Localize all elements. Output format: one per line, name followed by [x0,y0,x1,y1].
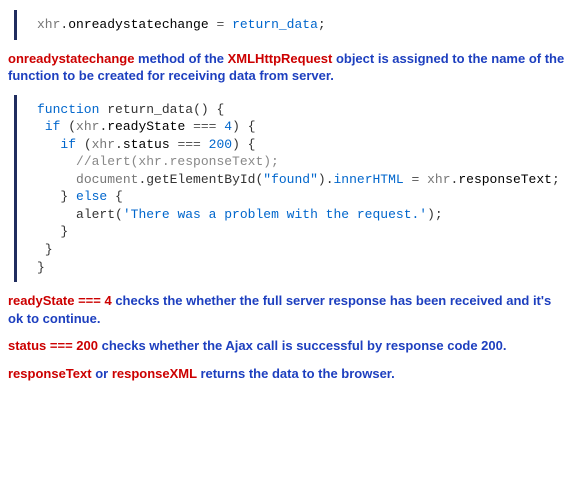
c2l3-prop: status [123,137,170,152]
c2l2-prop: readyState [107,119,185,134]
c2l5-obj: document [76,172,138,187]
hl-responsetext: responseText [8,366,92,381]
c2l1-kw: function [37,102,99,117]
c2l7-open: ( [115,207,123,222]
c2l6-kw: else [76,189,107,204]
para1-t2: method of the [134,51,227,66]
code1-onreadystatechange: onreadystatechange [68,17,208,32]
hl-status: status === 200 [8,338,98,353]
c2l7-close: ); [427,207,443,222]
code-block-1: xhr.onreadystatechange = return_data; [14,10,566,40]
c2l5-rt: responseText [458,172,552,187]
c2l4-sp [37,154,76,169]
c2l5-semi: ; [552,172,560,187]
c2l2-sp [37,119,45,134]
c2l1-rest: () { [193,102,224,117]
para4-t2: or [92,366,112,381]
c2l1-name: return_data [107,102,193,117]
c2l6-close: } [60,189,76,204]
c2l3-obj: xhr [92,137,115,152]
c2l2-kw: if [45,119,61,134]
code-block-2: function return_data() { if (xhr.readySt… [14,95,566,282]
c2l2-op: === [185,119,224,134]
code1-xhr: xhr [37,17,60,32]
hl-responsexml: responseXML [112,366,197,381]
c2l3-kw: if [60,137,76,152]
c2l3-close: ) { [232,137,255,152]
c2l3-num: 200 [209,137,232,152]
hl-readystate: readyState === 4 [8,293,112,308]
c2l6-open: { [107,189,123,204]
c2l9-sp [37,242,45,257]
c2l8-brace: } [60,224,68,239]
c2l2-num: 4 [224,119,232,134]
c2l3-sp [37,137,60,152]
c2l3-open: ( [76,137,92,152]
hl-onreadystatechange: onreadystatechange [8,51,134,66]
explanation-readystate: readyState === 4 checks the whether the … [8,292,566,327]
c2l2-open: ( [60,119,76,134]
c2l2-obj: xhr [76,119,99,134]
c2l5-sp [37,172,76,187]
c2l5-str: "found" [263,172,318,187]
c2l9-brace: } [45,242,53,257]
code1-assign: = [209,17,232,32]
c2l4-comment: //alert(xhr.responseText); [76,154,279,169]
c2l5-m2: ). [318,172,334,187]
c2l5-op: = [404,172,427,187]
c2l8-sp [37,224,60,239]
hl-xmlhttprequest: XMLHttpRequest [228,51,333,66]
para4-t4: returns the data to the browser. [197,366,395,381]
explanation-onreadystatechange: onreadystatechange method of the XMLHttp… [8,50,566,85]
code1-return-data: return_data [232,17,318,32]
c2l5-inner: innerHTML [334,172,404,187]
code1-semicolon: ; [318,17,326,32]
c2l5-obj2: xhr [427,172,450,187]
c2l2-close: ) { [232,119,255,134]
c2l7-sp [37,207,76,222]
c2l7-str: 'There was a problem with the request.' [123,207,427,222]
c2l5-m1: getElementById( [146,172,263,187]
c2l10-brace: } [37,260,45,275]
c2l3-op: === [170,137,209,152]
explanation-responsetext: responseText or responseXML returns the … [8,365,566,383]
para3-t2: checks whether the Ajax call is successf… [98,338,506,353]
c2l6-sp [37,189,60,204]
c2l3-dot: . [115,137,123,152]
c2l7-fn: alert [76,207,115,222]
explanation-status: status === 200 checks whether the Ajax c… [8,337,566,355]
